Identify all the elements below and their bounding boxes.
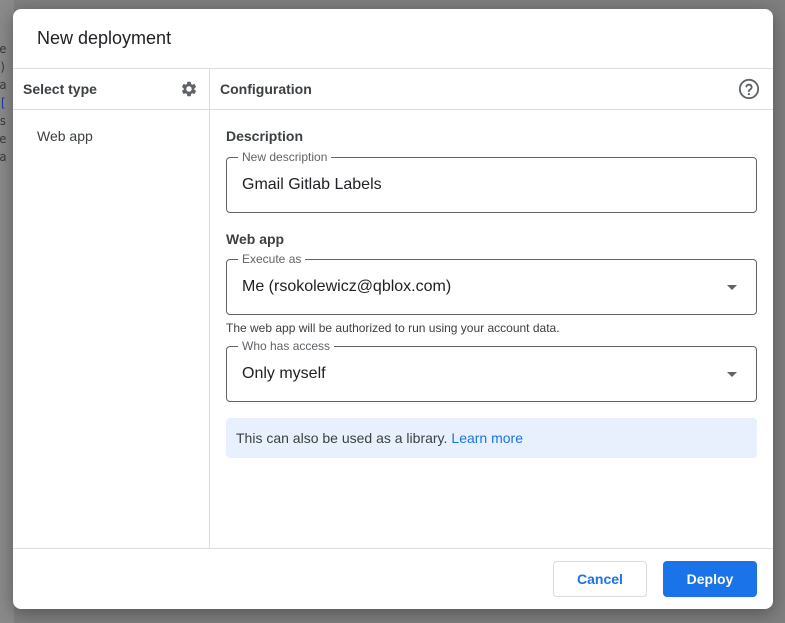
library-info-banner: This can also be used as a library. Lear… bbox=[226, 418, 757, 458]
help-circle-icon[interactable] bbox=[737, 77, 761, 101]
web-app-section-label: Web app bbox=[226, 231, 285, 247]
select-type-pane: Select type Web app bbox=[13, 69, 210, 548]
description-section-label: Description bbox=[226, 128, 304, 144]
cancel-button[interactable]: Cancel bbox=[553, 561, 647, 597]
dialog-header: New deployment bbox=[13, 9, 773, 69]
execute-as-value[interactable]: Me (rsokolewicz@qblox.com) bbox=[242, 278, 727, 296]
chevron-down-icon[interactable] bbox=[727, 371, 737, 377]
configuration-pane: Configuration Description New descriptio… bbox=[210, 69, 773, 548]
select-type-header: Select type bbox=[13, 69, 209, 110]
learn-more-link[interactable]: Learn more bbox=[451, 430, 523, 446]
type-item-web-app[interactable]: Web app bbox=[13, 128, 209, 148]
configuration-form: Description New description Gmail Gitlab… bbox=[210, 128, 773, 458]
new-deployment-dialog: New deployment Select type Web app Confi… bbox=[13, 9, 773, 609]
description-field-value[interactable]: Gmail Gitlab Labels bbox=[242, 176, 741, 194]
description-field[interactable]: New description Gmail Gitlab Labels bbox=[226, 150, 757, 213]
gear-icon[interactable] bbox=[179, 79, 199, 99]
dialog-body: Select type Web app Configuration Descri… bbox=[13, 69, 773, 548]
library-info-text: This can also be used as a library. bbox=[236, 430, 448, 446]
deploy-button[interactable]: Deploy bbox=[663, 561, 757, 597]
who-has-access-select[interactable]: Who has access Only myself bbox=[226, 339, 757, 402]
chevron-down-icon[interactable] bbox=[727, 284, 737, 290]
execute-as-hint: The web app will be authorized to run us… bbox=[226, 321, 560, 335]
select-type-label: Select type bbox=[23, 81, 97, 97]
configuration-label: Configuration bbox=[220, 81, 312, 97]
execute-as-legend: Execute as bbox=[238, 252, 306, 266]
background-code-editor: se))eas[esgesa" bbox=[0, 0, 14, 623]
dialog-footer: Cancel Deploy bbox=[13, 548, 773, 609]
execute-as-select[interactable]: Execute as Me (rsokolewicz@qblox.com) bbox=[226, 252, 757, 315]
dialog-title: New deployment bbox=[37, 28, 172, 48]
configuration-header: Configuration bbox=[210, 69, 773, 110]
who-has-access-value[interactable]: Only myself bbox=[242, 365, 727, 383]
who-has-access-legend: Who has access bbox=[238, 339, 335, 353]
description-field-legend: New description bbox=[238, 150, 332, 164]
